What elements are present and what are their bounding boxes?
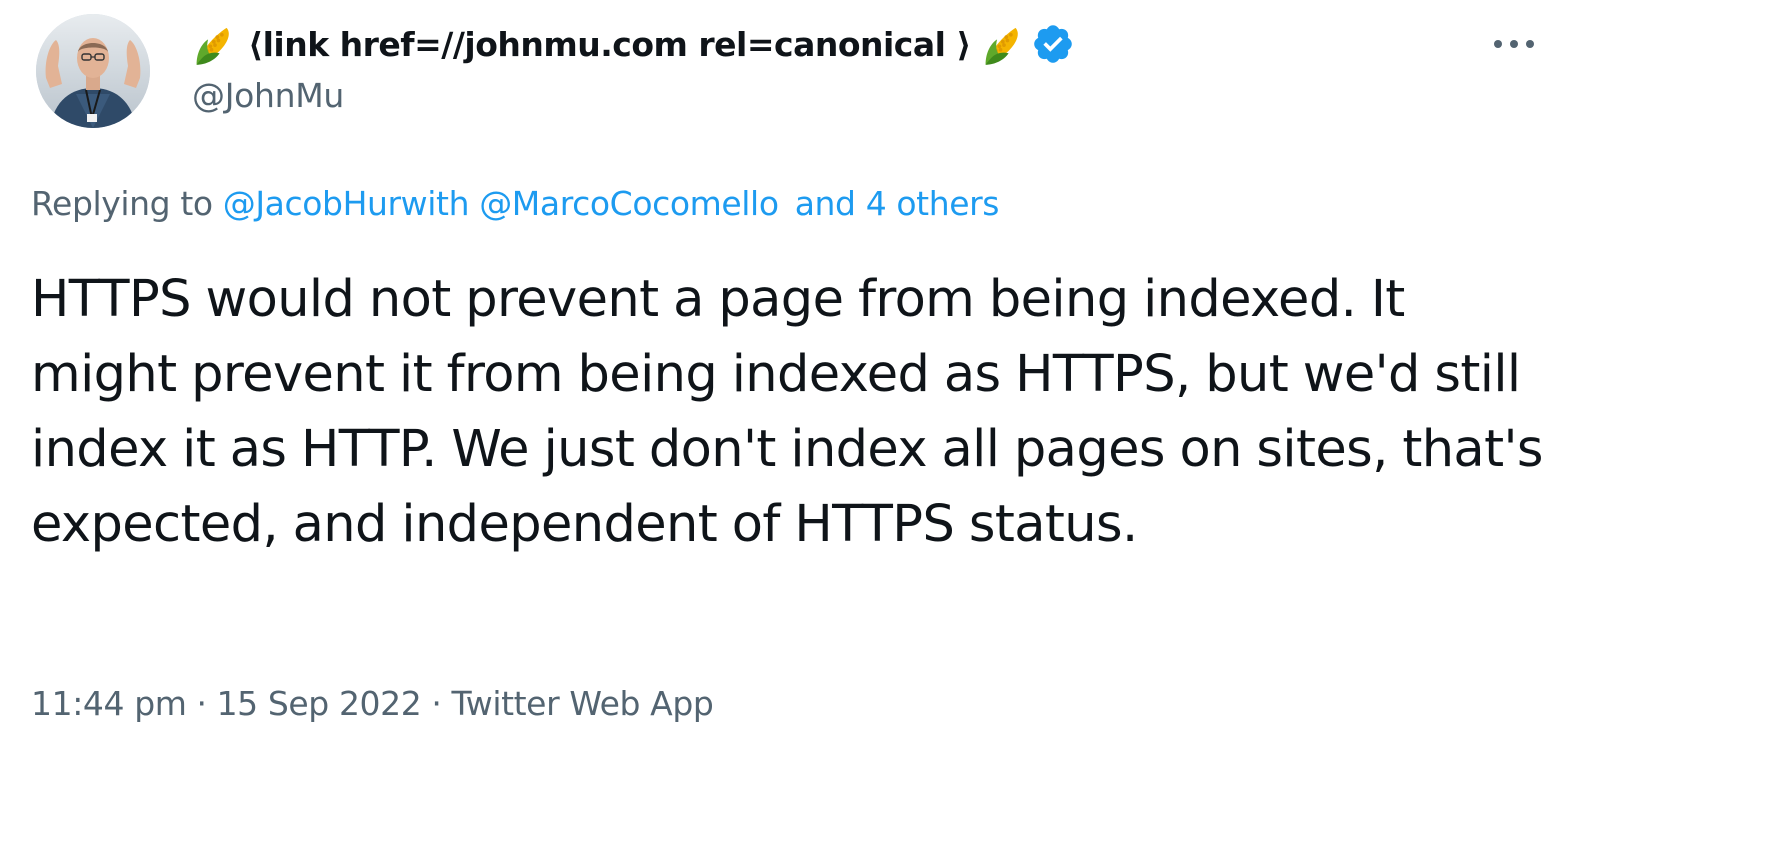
- mention-link[interactable]: @MarcoCocomello: [479, 184, 779, 223]
- author-name-row[interactable]: ⟨link href=//johnmu.com rel=canonical ⟩: [192, 18, 1075, 70]
- corn-icon: [196, 27, 229, 65]
- meta-separator: ·: [431, 684, 442, 723]
- tweet-source[interactable]: Twitter Web App: [451, 684, 713, 723]
- author-handle[interactable]: @JohnMu: [192, 76, 344, 115]
- corn-icon: [985, 27, 1018, 65]
- more-options-button[interactable]: [1486, 24, 1542, 64]
- meta-separator: ·: [196, 684, 207, 723]
- more-options-icon: [1494, 40, 1534, 48]
- others-link[interactable]: and 4 others: [795, 184, 1000, 223]
- avatar[interactable]: [36, 14, 150, 128]
- replying-to-label: Replying to: [31, 184, 213, 223]
- tweet-card: ⟨link href=//johnmu.com rel=canonical ⟩ …: [0, 0, 1766, 868]
- mention-link[interactable]: @JacobHurwith: [223, 184, 470, 223]
- tweet-time[interactable]: 11:44 pm: [31, 684, 187, 723]
- verified-badge-icon[interactable]: [1031, 22, 1075, 66]
- avatar-photo: [36, 14, 150, 128]
- tweet-date[interactable]: 15 Sep 2022: [217, 684, 422, 723]
- tweet-text: HTTPS would not prevent a page from bein…: [31, 270, 1543, 554]
- replying-to-line: Replying to @JacobHurwith @MarcoCocomell…: [31, 184, 999, 223]
- tweet-meta: 11:44 pm · 15 Sep 2022 · Twitter Web App: [31, 684, 714, 723]
- display-name[interactable]: ⟨link href=//johnmu.com rel=canonical ⟩: [248, 25, 972, 64]
